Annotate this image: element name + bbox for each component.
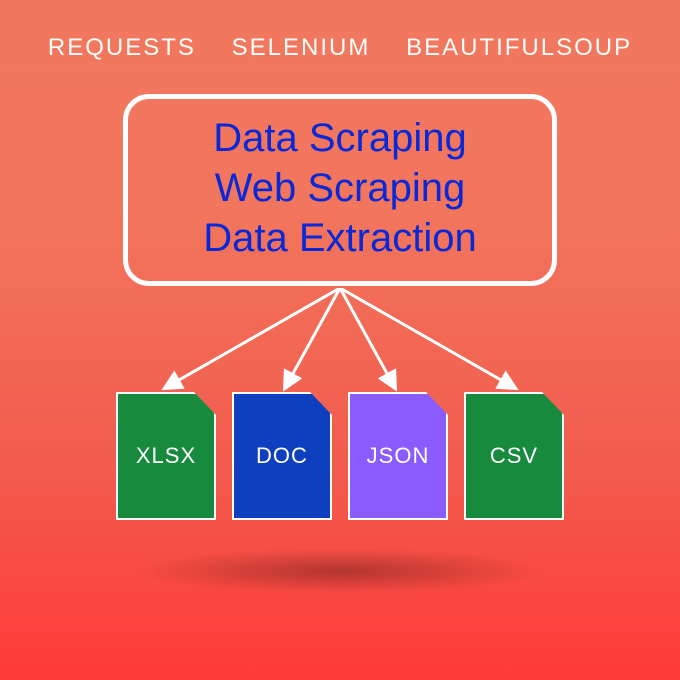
file-csv-label: CSV [490,443,538,469]
main-box-line-2: Web Scraping [150,163,530,213]
main-box-line-1: Data Scraping [150,113,530,163]
file-json: JSON [348,392,448,520]
file-csv: CSV [464,392,564,520]
file-xlsx: XLSX [116,392,216,520]
file-json-label: JSON [367,443,430,469]
main-concept-box: Data Scraping Web Scraping Data Extracti… [123,94,557,286]
file-xlsx-label: XLSX [136,443,196,469]
file-outputs-row: XLSX DOC JSON CSV [116,392,564,520]
top-label-beautifulsoup: BEAUTIFULSOUP [406,34,632,62]
drop-shadow [135,548,545,594]
main-box-line-3: Data Extraction [150,213,530,263]
diagram-canvas: REQUESTS SELENIUM BEAUTIFULSOUP Data Scr… [0,0,680,680]
arrows-icon [105,288,575,398]
file-doc: DOC [232,392,332,520]
top-label-requests: REQUESTS [48,34,196,62]
top-labels-row: REQUESTS SELENIUM BEAUTIFULSOUP [0,34,680,62]
top-label-selenium: SELENIUM [232,34,371,62]
file-doc-label: DOC [256,443,308,469]
